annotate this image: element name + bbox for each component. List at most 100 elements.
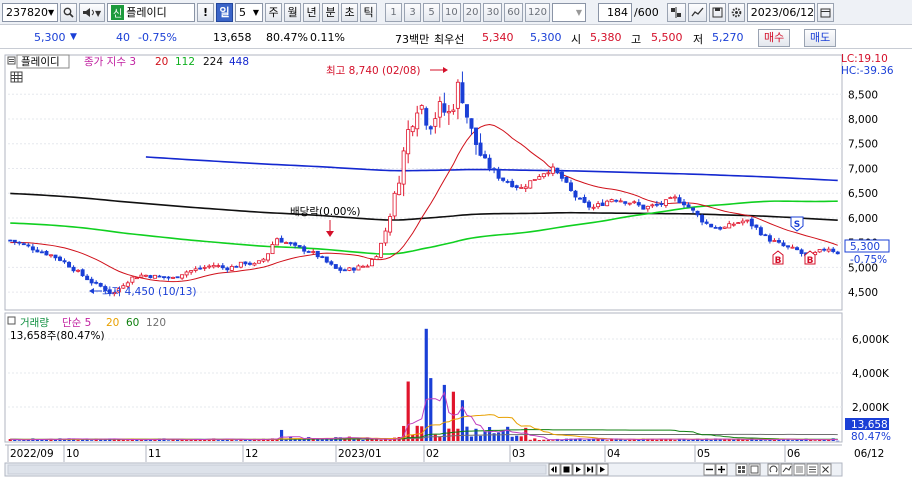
- volume-bar[interactable]: [90, 440, 94, 441]
- candle-body[interactable]: [691, 207, 696, 211]
- scrollbar-track[interactable]: [7, 464, 547, 475]
- volume-bar[interactable]: [257, 440, 261, 441]
- candle-body[interactable]: [130, 276, 135, 283]
- candle-body[interactable]: [650, 204, 655, 207]
- candle-body[interactable]: [740, 220, 745, 224]
- period-yearly-button[interactable]: 년: [303, 2, 320, 22]
- candle-body[interactable]: [94, 281, 99, 284]
- candle-body[interactable]: [555, 167, 560, 174]
- candle-body[interactable]: [401, 150, 406, 185]
- layout-icon[interactable]: [793, 463, 806, 476]
- candle-body[interactable]: [30, 246, 35, 251]
- volume-bar[interactable]: [754, 439, 758, 441]
- candle-body[interactable]: [360, 265, 365, 268]
- save-icon[interactable]: [708, 2, 726, 22]
- candle-body[interactable]: [736, 222, 741, 224]
- candle-body[interactable]: [419, 105, 424, 110]
- candle-body[interactable]: [266, 253, 270, 261]
- candle-body[interactable]: [541, 173, 546, 178]
- list-icon[interactable]: [806, 463, 819, 476]
- candle-body[interactable]: [175, 276, 180, 279]
- volume-bar[interactable]: [582, 440, 587, 441]
- volume-bar[interactable]: [510, 436, 514, 441]
- candle-body[interactable]: [826, 248, 831, 252]
- volume-bar[interactable]: [383, 439, 388, 441]
- candle-body[interactable]: [546, 172, 551, 175]
- candle-body[interactable]: [568, 182, 573, 191]
- candle-body[interactable]: [329, 261, 334, 265]
- volume-bar[interactable]: [424, 328, 428, 441]
- interval-button[interactable]: 120: [524, 2, 551, 22]
- volume-bar[interactable]: [311, 439, 315, 441]
- volume-bar[interactable]: [813, 440, 817, 441]
- volume-bar[interactable]: [429, 378, 433, 441]
- candle-body[interactable]: [600, 202, 605, 206]
- data-count-field[interactable]: 184: [598, 2, 633, 22]
- scroll-prev-button[interactable]: [560, 463, 573, 476]
- candle-body[interactable]: [162, 276, 166, 278]
- candle-body[interactable]: [89, 278, 94, 284]
- volume-bar[interactable]: [723, 439, 727, 441]
- volume-bar[interactable]: [406, 381, 410, 442]
- candle-body[interactable]: [202, 266, 207, 269]
- volume-bar[interactable]: [686, 440, 691, 441]
- candle-body[interactable]: [320, 256, 325, 258]
- sell-button[interactable]: 매도: [804, 29, 837, 47]
- interval-button[interactable]: 10: [442, 2, 461, 22]
- candle-body[interactable]: [483, 154, 488, 159]
- candle-body[interactable]: [198, 267, 203, 270]
- scroll-right-button[interactable]: [596, 463, 609, 476]
- candle-body[interactable]: [722, 226, 727, 229]
- volume-bar[interactable]: [551, 440, 555, 441]
- candle-body[interactable]: [415, 112, 420, 130]
- candle-body[interactable]: [451, 109, 456, 112]
- candle-body[interactable]: [776, 240, 781, 243]
- candle-body[interactable]: [428, 126, 433, 130]
- candle-body[interactable]: [8, 239, 13, 242]
- candle-body[interactable]: [772, 240, 777, 242]
- candle-body[interactable]: [437, 101, 442, 118]
- period-daily-button[interactable]: 일: [216, 2, 233, 22]
- buy-button[interactable]: 매수: [758, 29, 791, 47]
- interval-button[interactable]: 3: [404, 2, 421, 22]
- candle-body[interactable]: [410, 126, 415, 133]
- candle-body[interactable]: [406, 129, 411, 155]
- candle-body[interactable]: [442, 103, 447, 113]
- candle-body[interactable]: [284, 242, 289, 244]
- gear-icon[interactable]: [727, 2, 745, 22]
- candle-body[interactable]: [171, 276, 176, 279]
- candle-body[interactable]: [618, 200, 623, 203]
- volume-bar[interactable]: [40, 439, 44, 441]
- candle-body[interactable]: [374, 256, 379, 260]
- volume-bar[interactable]: [487, 427, 492, 441]
- candle-body[interactable]: [383, 230, 388, 244]
- candle-body[interactable]: [727, 223, 732, 229]
- candle-body[interactable]: [234, 265, 239, 268]
- candle-body[interactable]: [523, 186, 528, 189]
- candle-body[interactable]: [632, 201, 637, 204]
- candle-body[interactable]: [677, 197, 682, 204]
- candle-body[interactable]: [713, 226, 718, 229]
- candle-body[interactable]: [207, 265, 212, 268]
- candle-body[interactable]: [505, 181, 510, 183]
- candle-body[interactable]: [216, 265, 221, 267]
- volume-bar[interactable]: [112, 439, 116, 441]
- candle-body[interactable]: [288, 242, 293, 245]
- zoom-in-icon[interactable]: [715, 463, 728, 476]
- volume-bar[interactable]: [628, 439, 632, 441]
- candle-body[interactable]: [157, 275, 162, 278]
- volume-bar[interactable]: [700, 439, 704, 441]
- candle-body[interactable]: [338, 267, 343, 271]
- close-icon[interactable]: [819, 463, 832, 476]
- candle-body[interactable]: [641, 204, 646, 210]
- candle-body[interactable]: [749, 218, 754, 227]
- candle-body[interactable]: [519, 187, 524, 189]
- candle-body[interactable]: [455, 81, 460, 109]
- candle-body[interactable]: [510, 180, 515, 188]
- candle-body[interactable]: [365, 265, 370, 268]
- candle-body[interactable]: [686, 204, 691, 208]
- candle-body[interactable]: [21, 243, 26, 246]
- candle-body[interactable]: [67, 261, 72, 268]
- scroll-first-button[interactable]: [548, 463, 561, 476]
- interval-select[interactable]: ▼: [552, 2, 587, 22]
